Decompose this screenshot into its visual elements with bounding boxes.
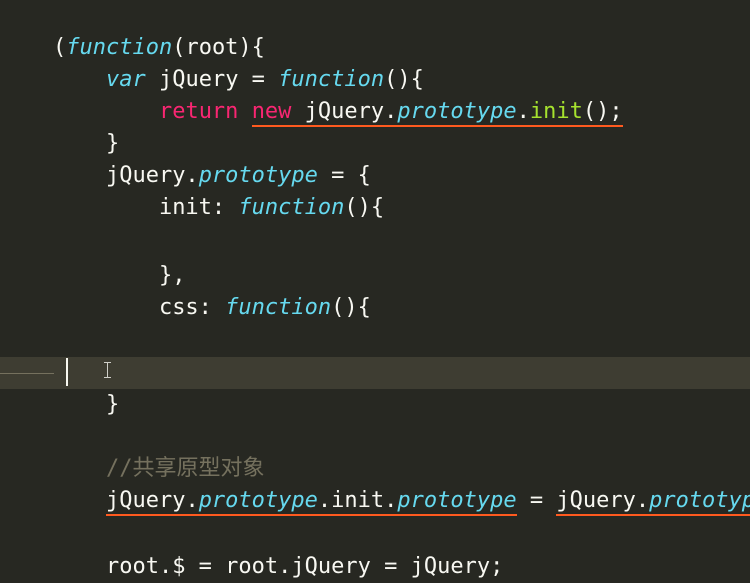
code-line-11: } xyxy=(0,325,750,385)
code-line-4: } xyxy=(0,96,750,156)
code-line-18: })(this); xyxy=(0,551,750,583)
text-caret xyxy=(66,358,68,386)
code-line-1: (function(root){ xyxy=(0,0,750,60)
code-line-5: jQuery.prototype = { xyxy=(0,128,750,188)
i-beam-cursor-icon xyxy=(103,362,113,378)
code-line-17: root.$ = root.jQuery = jQuery; xyxy=(0,519,750,579)
code-line-15: jQuery.prototype.init.prototype = jQuery… xyxy=(0,453,750,516)
code-editor[interactable]: (function(root){ var jQuery = function()… xyxy=(0,0,750,583)
code-line-8: }, xyxy=(0,228,750,288)
code-line-9: css: function(){ xyxy=(0,260,750,320)
code-line-3: return new jQuery.prototype.init(); xyxy=(0,64,750,127)
indent-guide xyxy=(0,373,54,374)
code-line-2: var jQuery = function(){ xyxy=(0,32,750,92)
code-line-14: //共享原型对象 xyxy=(0,421,750,481)
code-line-6: init: function(){ xyxy=(0,160,750,220)
